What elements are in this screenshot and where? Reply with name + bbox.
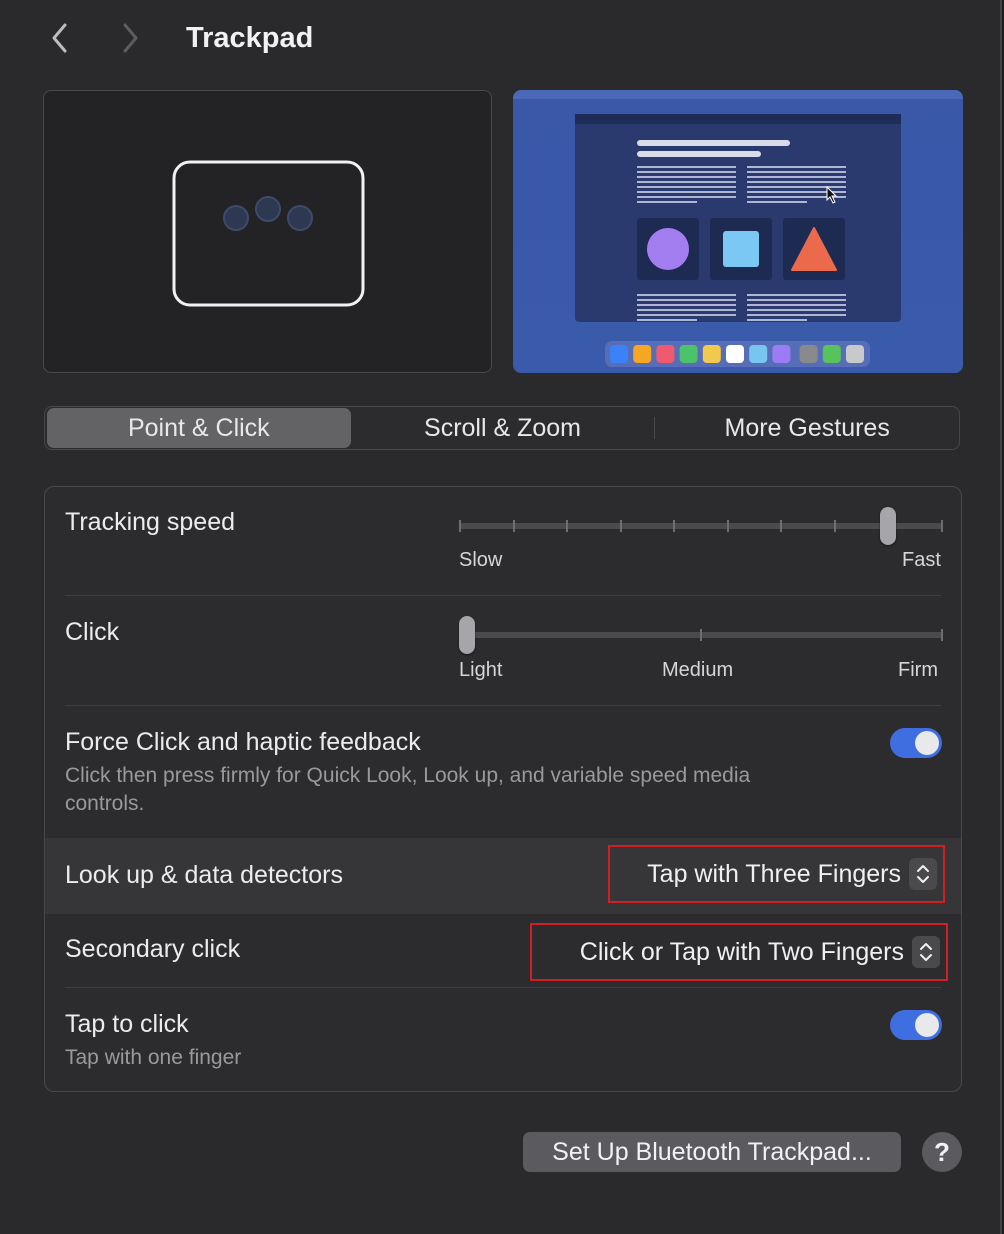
tab-point-and-click[interactable]: Point & Click: [47, 408, 351, 448]
tracking-speed-row: Tracking speed Slow Fast: [45, 487, 961, 595]
click-label: Click: [65, 618, 120, 646]
dock-app-icon: [702, 345, 721, 363]
dock-app-icon: [749, 345, 768, 363]
settings-window: Trackpad Point & Click Scroll & Zoom Mor…: [0, 0, 1002, 1234]
dock-app-icon: [799, 345, 818, 363]
dock-app-icon: [772, 345, 791, 363]
tab-bar: Point & Click Scroll & Zoom More Gesture…: [44, 406, 960, 450]
tab-scroll-and-zoom[interactable]: Scroll & Zoom: [351, 408, 655, 448]
tap-to-click-label: Tap to click: [65, 1010, 189, 1038]
force-click-row: Force Click and haptic feedback Click th…: [45, 706, 961, 838]
slider-tick: [727, 520, 729, 532]
finger-dot-icon: [223, 205, 249, 231]
look-up-value: Tap with Three Fingers: [647, 859, 901, 888]
secondary-click-popup[interactable]: Click or Tap with Two Fingers: [530, 923, 948, 981]
look-up-popup[interactable]: Tap with Three Fingers: [608, 845, 945, 903]
tracking-speed-label: Tracking speed: [65, 508, 235, 536]
secondary-click-label: Secondary click: [65, 935, 241, 963]
dock-app-icon: [679, 345, 698, 363]
settings-group: Tracking speed Slow Fast Click Light Med…: [44, 486, 962, 1092]
force-click-description: Click then press firmly for Quick Look, …: [65, 764, 751, 815]
tap-to-click-row: Tap to click Tap with one finger: [45, 988, 961, 1091]
back-button[interactable]: [44, 18, 76, 58]
slider-knob[interactable]: [459, 616, 475, 654]
gesture-preview: [43, 90, 492, 373]
dock: [610, 345, 864, 363]
chevron-left-icon: [52, 23, 67, 53]
dock-app-icon: [846, 345, 864, 363]
slider-tick: [834, 520, 836, 532]
slider-tick: [780, 520, 782, 532]
force-click-toggle[interactable]: [890, 728, 942, 758]
click-light-label: Light: [459, 659, 503, 681]
page-title: Trackpad: [186, 21, 314, 54]
slider-tick: [513, 520, 515, 532]
click-row: Click Light Medium Firm: [45, 596, 961, 705]
up-down-chevron-icon: [912, 936, 940, 968]
force-click-label: Force Click and haptic feedback: [65, 728, 421, 756]
look-up-label: Look up & data detectors: [65, 861, 343, 889]
slider-knob[interactable]: [880, 507, 896, 545]
desktop-preview: [513, 90, 963, 373]
dock-app-icon: [726, 345, 744, 363]
finger-dot-icon: [287, 205, 313, 231]
toggle-thumb: [915, 731, 939, 755]
navigation-bar: Trackpad: [44, 14, 313, 62]
dock-app-icon: [656, 345, 675, 363]
tracking-speed-min-label: Slow: [459, 549, 503, 571]
tap-to-click-toggle[interactable]: [890, 1010, 942, 1040]
click-medium-label: Medium: [662, 659, 734, 681]
dock-app-icon: [822, 345, 841, 363]
set-up-bluetooth-trackpad-button[interactable]: Set Up Bluetooth Trackpad...: [523, 1132, 901, 1172]
chevron-right-icon: [123, 23, 138, 53]
secondary-click-value: Click or Tap with Two Fingers: [579, 937, 904, 966]
forward-button[interactable]: [114, 18, 146, 58]
slider-tick: [459, 520, 461, 532]
slider-tick: [700, 629, 702, 641]
dock-app-icon: [610, 345, 628, 363]
tracking-speed-slider[interactable]: [459, 507, 943, 547]
trackpad-illustration: [172, 160, 365, 307]
help-button[interactable]: ?: [922, 1132, 962, 1172]
toggle-thumb: [915, 1013, 939, 1037]
slider-tick: [620, 520, 622, 532]
click-firm-label: Firm: [898, 659, 938, 681]
up-down-chevron-icon: [909, 858, 937, 890]
click-pressure-slider[interactable]: [459, 616, 943, 656]
slider-tick: [566, 520, 568, 532]
tracking-speed-max-label: Fast: [902, 549, 941, 571]
tab-more-gestures[interactable]: More Gestures: [655, 408, 959, 448]
slider-tick: [941, 629, 943, 641]
desktop-illustration: [513, 90, 963, 367]
slider-tick: [941, 520, 943, 532]
slider-tick: [673, 520, 675, 532]
tap-to-click-description: Tap with one finger: [65, 1046, 242, 1069]
finger-dot-icon: [255, 196, 281, 222]
dock-app-icon: [633, 345, 652, 363]
